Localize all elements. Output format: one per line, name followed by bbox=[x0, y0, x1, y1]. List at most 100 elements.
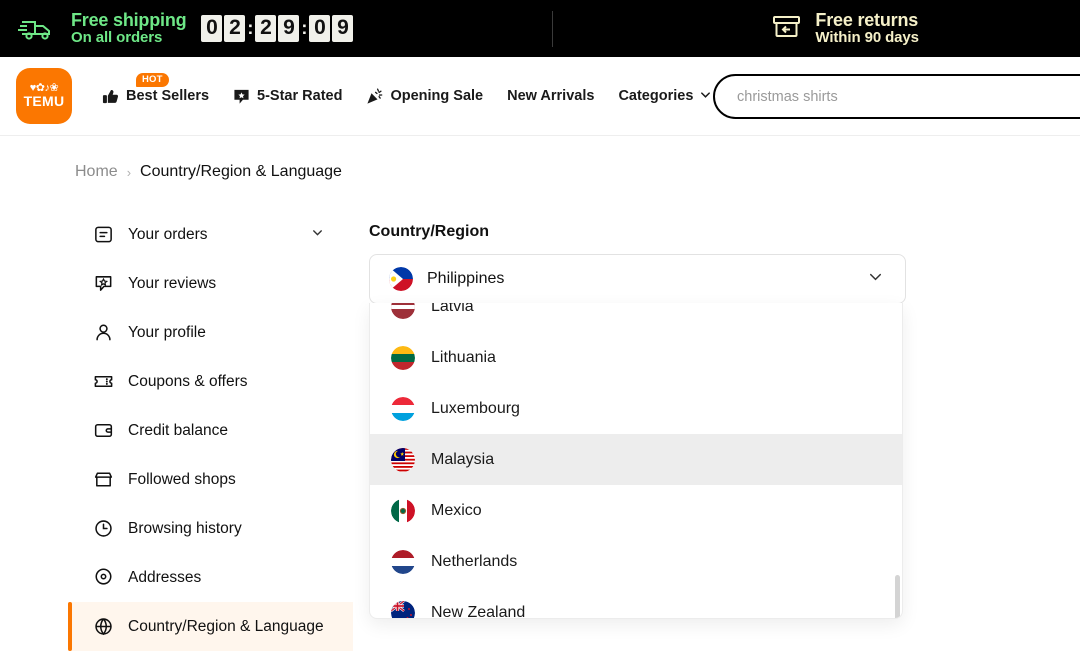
dropdown-scrollbar-thumb[interactable] bbox=[895, 575, 900, 618]
sidebar-item-country-region-language[interactable]: Country/Region & Language bbox=[68, 602, 353, 651]
coupon-ticket-icon bbox=[92, 371, 114, 392]
chevron-down-icon bbox=[699, 88, 712, 105]
flag-netherlands bbox=[391, 549, 415, 574]
sidebar-item-label: Your profile bbox=[128, 323, 206, 341]
dropdown-option-luxembourg[interactable]: Luxembourg bbox=[370, 383, 902, 434]
sidebar-item-browsing-history[interactable]: Browsing history bbox=[68, 504, 353, 553]
dropdown-option-label: Luxembourg bbox=[431, 399, 520, 417]
location-pin-icon bbox=[92, 567, 114, 588]
countdown-separator: : bbox=[247, 17, 254, 38]
party-popper-icon bbox=[366, 87, 383, 105]
sidebar-item-label: Followed shops bbox=[128, 470, 236, 488]
nav-item-new-arrivals[interactable]: New Arrivals bbox=[507, 88, 594, 104]
globe-icon bbox=[92, 616, 114, 637]
countdown-digit: 9 bbox=[332, 14, 354, 42]
account-sidebar: Your orders Your reviews Your profile Co… bbox=[68, 210, 353, 651]
flag-mexico bbox=[391, 498, 415, 523]
nav-item-label: Best Sellers bbox=[126, 88, 210, 104]
free-returns-subtitle: Within 90 days bbox=[815, 29, 919, 47]
nav-item-5-star-rated[interactable]: 5-Star Rated bbox=[233, 88, 342, 105]
dropdown-option-new-zealand[interactable]: New Zealand bbox=[370, 587, 902, 619]
free-shipping-subtitle: On all orders bbox=[71, 29, 163, 47]
sidebar-item-your-profile[interactable]: Your profile bbox=[68, 308, 353, 357]
temu-logo[interactable]: ♥✿♪❀ TEMU bbox=[16, 68, 72, 124]
nav-item-label: Opening Sale bbox=[390, 88, 484, 104]
search-bar[interactable] bbox=[713, 74, 1080, 119]
breadcrumb-home-link[interactable]: Home bbox=[75, 163, 118, 181]
countdown-separator: : bbox=[301, 17, 308, 38]
hot-badge: HOT bbox=[136, 72, 169, 87]
wallet-icon bbox=[92, 420, 114, 441]
dropdown-option-label: New Zealand bbox=[431, 603, 526, 619]
nav-item-label: Categories bbox=[618, 88, 694, 104]
nav-item-best-sellers[interactable]: Best Sellers HOT bbox=[102, 72, 210, 105]
dropdown-option-label: Mexico bbox=[431, 501, 482, 519]
flag-malaysia bbox=[391, 447, 415, 472]
temu-logo-wordmark: TEMU bbox=[23, 92, 65, 109]
dropdown-option-label: Latvia bbox=[431, 303, 474, 315]
sidebar-item-label: Credit balance bbox=[128, 421, 228, 439]
sidebar-item-label: Country/Region & Language bbox=[128, 617, 324, 635]
return-box-icon bbox=[771, 13, 802, 43]
storefront-icon bbox=[92, 469, 114, 490]
nav-item-label: 5-Star Rated bbox=[257, 88, 343, 104]
nav-item-label: New Arrivals bbox=[507, 88, 595, 104]
dropdown-scroll-area: Latvia Lithuania Luxembourg Malaysia Mex… bbox=[370, 303, 902, 619]
free-shipping-promo: Free shipping On all orders 0 2 : 2 9 : … bbox=[18, 10, 354, 47]
sidebar-item-label: Your orders bbox=[128, 225, 208, 243]
sidebar-item-followed-shops[interactable]: Followed shops bbox=[68, 455, 353, 504]
sidebar-item-your-orders[interactable]: Your orders bbox=[68, 210, 353, 259]
free-returns-title: Free returns bbox=[815, 10, 919, 31]
promo-divider bbox=[552, 10, 554, 47]
search-input[interactable] bbox=[737, 88, 1067, 105]
sidebar-item-addresses[interactable]: Addresses bbox=[68, 553, 353, 602]
countdown-digit: 0 bbox=[201, 14, 223, 42]
review-star-bubble-icon bbox=[92, 273, 114, 294]
country-region-select[interactable]: Philippines bbox=[369, 254, 906, 304]
promo-banner: Free shipping On all orders 0 2 : 2 9 : … bbox=[0, 0, 1080, 57]
chevron-down-icon[interactable] bbox=[866, 267, 885, 291]
sidebar-item-label: Your reviews bbox=[128, 274, 217, 292]
breadcrumb-current-page: Country/Region & Language bbox=[140, 163, 342, 180]
breadcrumb-separator: › bbox=[126, 164, 132, 180]
nav-items: Best Sellers HOT 5-Star Rated Opening Sa… bbox=[102, 72, 736, 105]
star-badge-icon bbox=[233, 88, 250, 105]
orders-list-icon bbox=[92, 224, 114, 245]
flag-latvia bbox=[391, 303, 415, 319]
country-dropdown-list: Latvia Lithuania Luxembourg Malaysia Mex… bbox=[369, 303, 903, 619]
countdown-digit: 9 bbox=[278, 14, 300, 42]
dropdown-option-netherlands[interactable]: Netherlands bbox=[370, 536, 902, 587]
dropdown-option-label: Lithuania bbox=[431, 348, 496, 366]
countdown-digit: 0 bbox=[309, 14, 331, 42]
selected-country-label: Philippines bbox=[427, 270, 505, 287]
countdown-timer: 0 2 : 2 9 : 0 9 bbox=[200, 14, 354, 42]
dropdown-option-malaysia[interactable]: Malaysia bbox=[370, 434, 902, 485]
dropdown-option-label: Malaysia bbox=[431, 450, 495, 468]
chevron-down-icon[interactable] bbox=[310, 225, 325, 245]
delivery-truck-icon bbox=[18, 13, 58, 43]
thumbs-up-icon bbox=[102, 88, 119, 105]
sidebar-item-label: Browsing history bbox=[128, 519, 242, 537]
breadcrumb: Home › Country/Region & Language bbox=[75, 163, 342, 181]
flag-philippines bbox=[389, 267, 413, 291]
person-icon bbox=[92, 322, 114, 343]
sidebar-item-coupons-offers[interactable]: Coupons & offers bbox=[68, 357, 353, 406]
sidebar-item-your-reviews[interactable]: Your reviews bbox=[68, 259, 353, 308]
sidebar-item-credit-balance[interactable]: Credit balance bbox=[68, 406, 353, 455]
countdown-digit: 2 bbox=[224, 14, 246, 42]
dropdown-option-label: Netherlands bbox=[431, 552, 518, 570]
free-returns-promo: Free returns Within 90 days bbox=[771, 10, 919, 47]
free-shipping-title: Free shipping bbox=[71, 10, 187, 31]
dropdown-scrollbar-track[interactable] bbox=[894, 303, 900, 618]
nav-item-opening-sale[interactable]: Opening Sale bbox=[366, 87, 484, 105]
flag-new-zealand bbox=[391, 600, 415, 618]
dropdown-option-latvia[interactable]: Latvia bbox=[370, 303, 902, 332]
dropdown-option-mexico[interactable]: Mexico bbox=[370, 485, 902, 536]
nav-item-categories[interactable]: Categories bbox=[618, 88, 712, 105]
clock-icon bbox=[92, 518, 114, 539]
flag-lithuania bbox=[391, 345, 415, 370]
country-region-field-label: Country/Region bbox=[369, 223, 489, 240]
flag-luxembourg bbox=[391, 396, 415, 421]
dropdown-option-lithuania[interactable]: Lithuania bbox=[370, 332, 902, 383]
sidebar-item-label: Coupons & offers bbox=[128, 372, 248, 390]
